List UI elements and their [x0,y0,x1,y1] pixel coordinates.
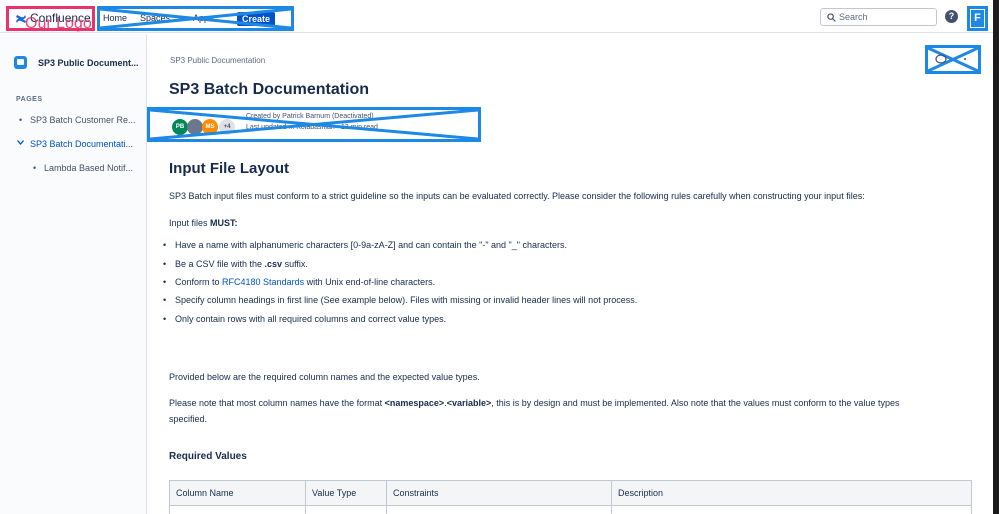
chevron-down-icon[interactable] [17,140,24,145]
pages-section-label: PAGES [16,96,43,103]
section-heading-input-file-layout: Input File Layout [169,160,289,177]
column-header-value-type[interactable]: Value Type [305,480,387,506]
top-navigation-bar: Confluence Our Logo Home Spaces Apps Cre… [0,0,993,33]
sidebar-item-customer-requirements[interactable]: SP3 Batch Customer Re... [30,115,136,125]
space-icon [14,56,27,69]
byline-redaction: PB MS +4 Created by Patrick Barnum (Deac… [147,107,481,142]
redaction-x-mark [928,48,978,71]
confluence-logo-redaction[interactable]: Confluence Our Logo [6,6,95,32]
note-paragraph: Please note that most column names have … [169,398,900,408]
column-header-constraints[interactable]: Constraints [386,480,612,506]
space-name-link[interactable]: SP3 Public Document... [38,58,139,68]
column-header-column-name[interactable]: Column Name [169,480,306,506]
primary-nav-redaction: Home Spaces Apps Create [97,6,294,31]
sidebar-item-lambda-notifications[interactable]: Lambda Based Notif... [44,163,133,173]
list-item: Only contain rows with all required colu… [163,314,446,324]
list-item: Have a name with alphanumeric characters… [163,240,567,250]
must-label: Input files MUST: [169,218,238,228]
page-content: SP3 Public Documentation SP3 Batch Docum… [147,34,993,514]
rfc4180-link[interactable]: RFC4180 Standards [222,277,304,287]
sidebar-item-batch-documentation[interactable]: SP3 Batch Documentati... [30,139,133,149]
column-header-description[interactable]: Description [611,480,972,506]
search-input[interactable]: Search [820,8,937,26]
required-values-table: Column Name Value Type Constraints Descr… [169,480,972,514]
space-sidebar: SP3 Public Document... PAGES • SP3 Batch… [0,34,147,514]
provided-paragraph: Provided below are the required column n… [169,372,480,382]
bullet-icon: • [33,163,37,173]
logo-overlay-text: Our Logo [25,15,92,32]
redaction-x-mark [100,9,291,28]
page-title: SP3 Batch Documentation [169,81,370,98]
avatar: F [971,10,984,27]
page-actions-redaction[interactable] [925,45,981,74]
redaction-x-mark [150,110,478,139]
search-placeholder: Search [839,12,868,22]
note-paragraph-line2: specified. [169,414,208,424]
user-avatar-redaction[interactable]: F [967,6,988,31]
required-values-heading: Required Values [169,451,247,462]
bullet-icon: • [19,115,23,125]
intro-paragraph: SP3 Batch input files must conform to a … [169,191,865,201]
search-icon [827,13,836,22]
table-row [169,505,972,514]
breadcrumb[interactable]: SP3 Public Documentation [170,56,265,65]
list-item: Specify column headings in first line (S… [163,295,637,305]
list-item: Conform to RFC4180 Standards with Unix e… [163,277,435,287]
help-icon[interactable]: ? [945,10,958,23]
window-edge [993,0,999,514]
browser-viewport: Confluence Our Logo Home Spaces Apps Cre… [0,0,993,514]
list-item: Be a CSV file with the .csv suffix. [163,259,308,269]
